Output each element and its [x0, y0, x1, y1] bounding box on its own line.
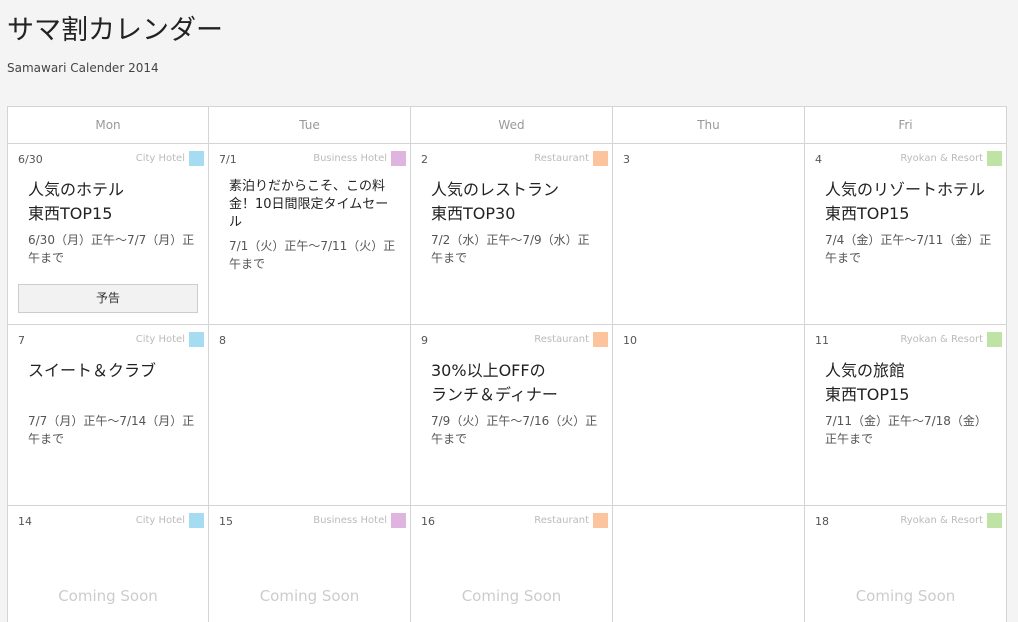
calendar-cell: 10	[613, 325, 805, 506]
category-label: Ryokan & Resort	[900, 334, 983, 345]
page-subtitle: Samawari Calender 2014	[7, 61, 159, 75]
category-color-swatch	[593, 332, 608, 347]
category-tag: Business Hotel	[313, 151, 406, 166]
preview-button[interactable]: 予告	[18, 284, 198, 313]
cell-date: 2	[421, 153, 428, 166]
category-color-swatch	[189, 151, 204, 166]
cell-date: 3	[623, 153, 630, 166]
coming-soon-label: Coming Soon	[58, 587, 158, 605]
day-header-tue: Tue	[209, 107, 411, 144]
category-label: Business Hotel	[313, 515, 387, 526]
coming-soon-label: Coming Soon	[855, 587, 956, 605]
category-color-swatch	[593, 151, 608, 166]
category-tag: Business Hotel	[313, 513, 406, 528]
event-period: 6/30（月）正午〜7/7（月）正午まで	[28, 233, 195, 265]
calendar-cell: 14 City Hotel Coming Soon	[8, 506, 209, 622]
cell-date: 10	[623, 334, 637, 347]
coming-soon-label: Coming Soon	[461, 587, 562, 605]
category-label: City Hotel	[135, 515, 185, 526]
day-header-fri: Fri	[805, 107, 1007, 144]
cell-date: 8	[219, 334, 226, 347]
event-period: 7/7（月）正午〜7/14（月）正午まで	[28, 414, 195, 446]
cell-date: 7/1	[219, 153, 237, 166]
category-color-swatch	[189, 332, 204, 347]
category-label: Ryokan & Resort	[900, 515, 983, 526]
category-tag: Ryokan & Resort	[900, 513, 1002, 528]
calendar-cell: 15 Business Hotel Coming Soon	[209, 506, 411, 622]
calendar-cell: 3	[613, 144, 805, 325]
category-label: Ryokan & Resort	[900, 153, 983, 164]
category-label: City Hotel	[135, 153, 185, 164]
cell-date: 9	[421, 334, 428, 347]
category-label: Restaurant	[534, 515, 589, 526]
day-header-mon: Mon	[8, 107, 209, 144]
category-tag: Restaurant	[534, 151, 608, 166]
cell-date: 6/30	[18, 153, 43, 166]
category-label: Restaurant	[534, 153, 589, 164]
category-tag: City Hotel	[136, 332, 204, 347]
coming-soon-label: Coming Soon	[259, 587, 360, 605]
calendar-cell: 18 Ryokan & Resort Coming Soon	[805, 506, 1007, 622]
category-tag: City Hotel	[136, 513, 204, 528]
event-title[interactable]: 30%以上OFFの ランチ＆ディナー	[431, 359, 598, 407]
event-period: 7/11（金）正午〜7/18（金）正午まで	[825, 414, 987, 446]
cell-date: 4	[815, 153, 822, 166]
event-title[interactable]: スイート＆クラブ	[28, 359, 194, 383]
event-title[interactable]: 素泊りだからこそ、この料金！10日間限定タイムセール	[229, 178, 396, 232]
cell-date: 18	[815, 515, 829, 528]
cell-date: 15	[219, 515, 233, 528]
calendar-cell: 8	[209, 325, 411, 506]
calendar-cell[interactable]: 7 City Hotel スイート＆クラブ 7/7（月）正午〜7/14（月）正午まで	[8, 325, 209, 506]
category-color-swatch	[391, 151, 406, 166]
day-header-thu: Thu	[613, 107, 805, 144]
category-color-swatch	[593, 513, 608, 528]
category-tag: Restaurant	[534, 513, 608, 528]
event-period: 7/2（水）正午〜7/9（水）正午まで	[431, 233, 590, 265]
category-color-swatch	[987, 513, 1002, 528]
day-header-wed: Wed	[411, 107, 613, 144]
calendar-cell	[613, 506, 805, 622]
calendar-cell[interactable]: 9 Restaurant 30%以上OFFの ランチ＆ディナー 7/9（火）正午〜7/1…	[411, 325, 613, 506]
calendar-cell[interactable]: 4 Ryokan & Resort 人気のリゾートホテル東西TOP15 7/4（金）正…	[805, 144, 1007, 325]
calendar-cell: 16 Restaurant Coming Soon	[411, 506, 613, 622]
category-color-swatch	[391, 513, 406, 528]
category-label: Business Hotel	[313, 153, 387, 164]
event-period: 7/9（火）正午〜7/16（火）正午まで	[431, 414, 598, 446]
calendar-cell[interactable]: 2 Restaurant 人気のレストラン 東西TOP30 7/2（水）正午〜7/9（水…	[411, 144, 613, 325]
category-tag: Ryokan & Resort	[900, 332, 1002, 347]
event-title[interactable]: 人気の旅館 東西TOP15	[825, 359, 992, 407]
calendar-cell[interactable]: 6/30 City Hotel 人気のホテル 東西TOP15 6/30（月）正午〜7/7…	[8, 144, 209, 325]
category-tag: Restaurant	[534, 332, 608, 347]
category-color-swatch	[189, 513, 204, 528]
category-tag: Ryokan & Resort	[900, 151, 1002, 166]
event-title[interactable]: 人気のレストラン 東西TOP30	[431, 178, 598, 226]
page-title: サマ割カレンダー	[7, 15, 223, 46]
category-label: Restaurant	[534, 334, 589, 345]
cell-date: 16	[421, 515, 435, 528]
category-label: City Hotel	[135, 334, 185, 345]
cell-date: 11	[815, 334, 829, 347]
event-title[interactable]: 人気のリゾートホテル東西TOP15	[825, 178, 992, 226]
calendar-cell[interactable]: 7/1 Business Hotel 素泊りだからこそ、この料金！10日間限定タイム…	[209, 144, 411, 325]
event-period: 7/4（金）正午〜7/11（金）正午まで	[825, 233, 992, 265]
event-period: 7/1（火）正午〜7/11（火）正午まで	[229, 239, 396, 271]
cell-date: 7	[18, 334, 25, 347]
calendar-grid: Mon Tue Wed Thu Fri 6/30 City Hotel 人気のホテル 東西TOP…	[7, 106, 1007, 622]
category-color-swatch	[987, 332, 1002, 347]
category-color-swatch	[987, 151, 1002, 166]
event-title[interactable]: 人気のホテル 東西TOP15	[28, 178, 194, 226]
category-tag: City Hotel	[136, 151, 204, 166]
calendar-cell[interactable]: 11 Ryokan & Resort 人気の旅館 東西TOP15 7/11（金）正午〜7…	[805, 325, 1007, 506]
cell-date: 14	[18, 515, 32, 528]
